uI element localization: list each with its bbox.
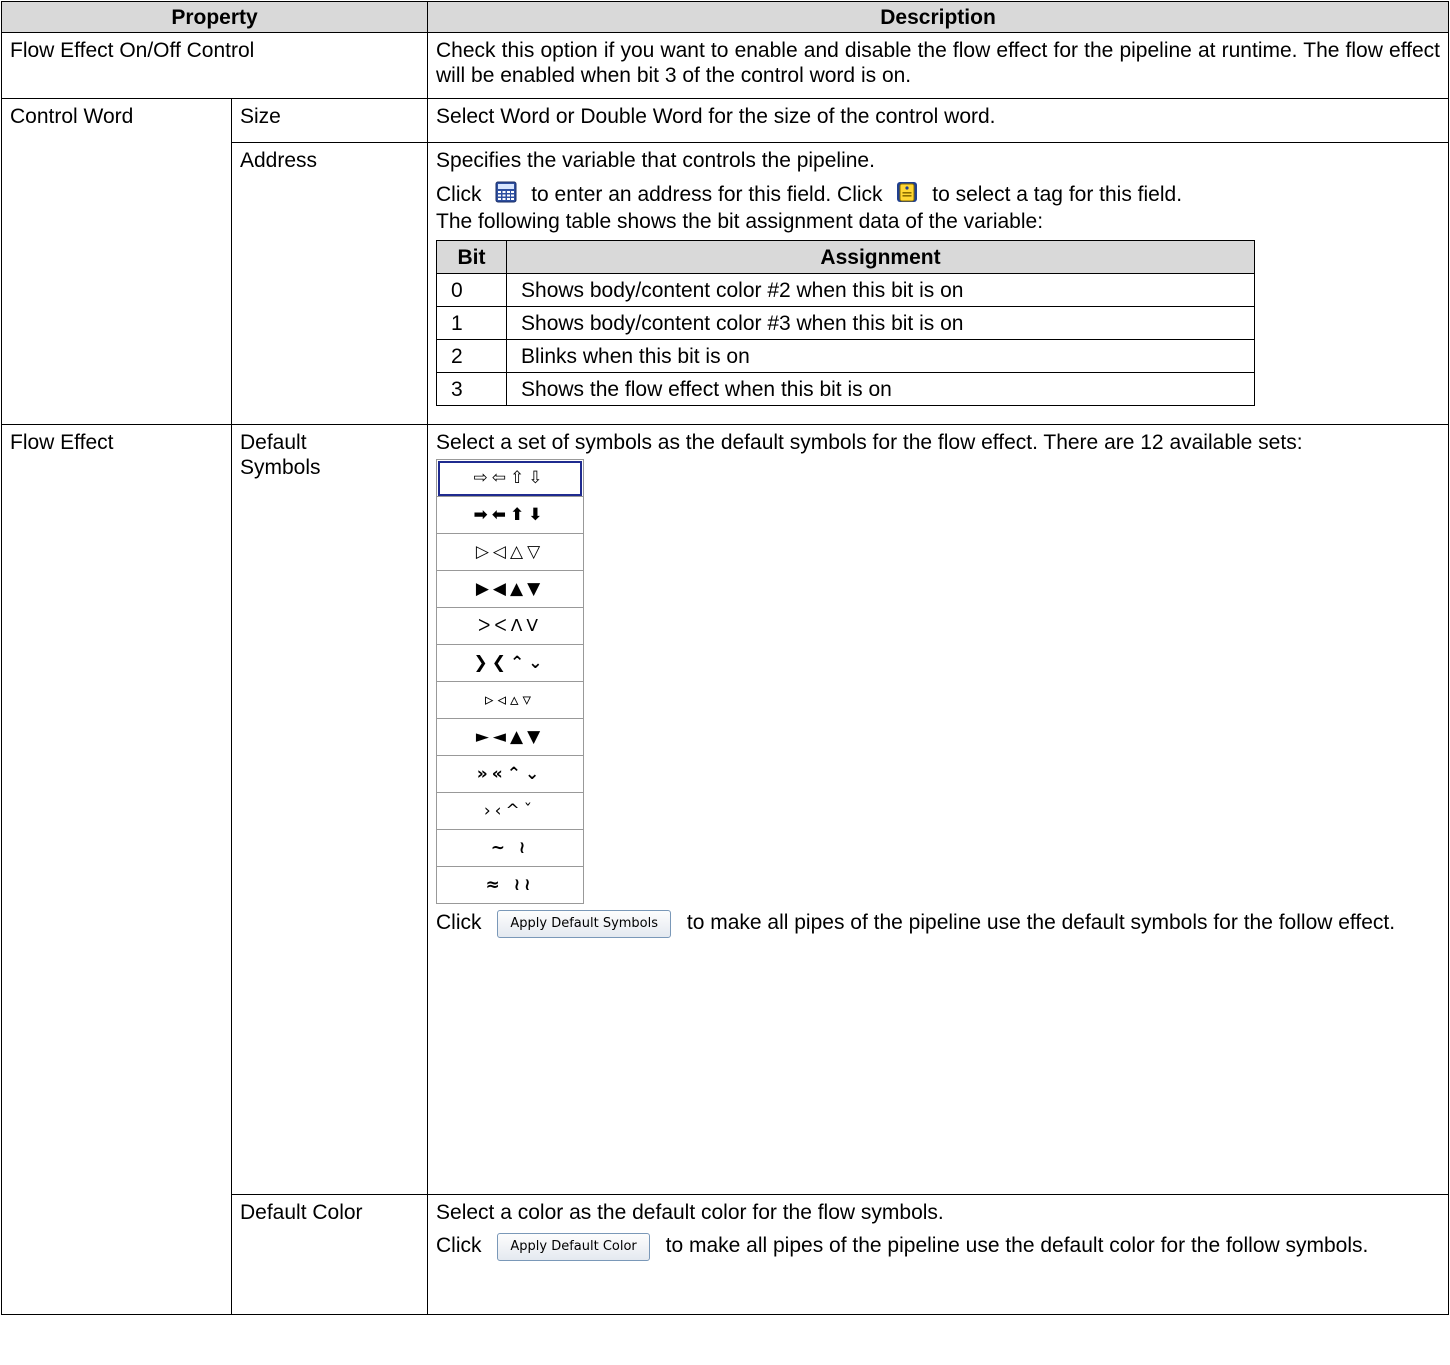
bit-assignment: Shows body/content color #2 when this bi… (506, 273, 1256, 307)
property-table: Property Description Flow Effect On/Off … (0, 1, 1450, 1315)
default-symbols-label: Default Symbols (230, 424, 429, 1195)
address-desc-line1: Specifies the variable that controls the… (436, 149, 875, 172)
default-symbols-description: Select a set of symbols as the default s… (427, 424, 1450, 1195)
size-label: Size (230, 98, 429, 143)
bit-table-row: 1 Shows body/content color #3 when this … (436, 306, 1256, 340)
address-desc-line2: Click to enter an address for this field… (436, 181, 1440, 209)
symbol-set-item[interactable]: ➡⬅⬆⬇ (437, 497, 584, 534)
flow-effect-control-description: Check this option if you want to enable … (427, 32, 1450, 99)
symbol-set-item[interactable]: ►◄▲▼ (437, 719, 584, 756)
bit-assignment: Blinks when this bit is on (506, 339, 1256, 373)
address-label: Address (230, 142, 429, 425)
bit-value: 0 (436, 273, 508, 307)
row-flow-effect-symbols: Flow Effect Default Symbols Select a set… (1, 424, 1450, 1315)
symbol-set-item[interactable]: ᐳᐸᐱᐯ (437, 608, 584, 645)
property-header: Property (0, 1, 429, 33)
symbol-set-item[interactable]: ▷◁△▽ (437, 534, 584, 571)
default-color-text: Select a color as the default color for … (436, 1201, 944, 1224)
symbol-set-item[interactable]: ▶◀▲▼ (437, 571, 584, 608)
apply-color-text: Click Apply Default Color to make all pi… (436, 1233, 1440, 1261)
bit-value: 2 (436, 339, 508, 373)
apply-symbols-text: Click Apply Default Symbols to make all … (436, 910, 1440, 938)
symbol-set-item[interactable]: ▹◃▵▿ (437, 682, 584, 719)
bit-table-header: Bit Assignment (436, 240, 1256, 274)
flow-effect-group-label: Flow Effect (1, 424, 232, 1315)
row-control-word-size: Control Word Size Select Word or Double … (1, 98, 1450, 425)
calculator-icon[interactable] (495, 181, 517, 209)
bit-value: 3 (436, 372, 508, 406)
default-symbols-text: Select a set of symbols as the default s… (436, 431, 1303, 454)
bit-table-row: 0 Shows body/content color #2 when this … (436, 273, 1256, 307)
bit-value: 1 (436, 306, 508, 340)
symbol-set-item[interactable]: ∼ ≀ (437, 830, 584, 867)
assignment-header: Assignment (506, 240, 1256, 274)
symbol-set-item[interactable]: »«⌃⌄ (437, 756, 584, 793)
control-word-group-label: Control Word (1, 98, 232, 425)
bit-table-row: 2 Blinks when this bit is on (436, 339, 1256, 373)
tag-icon[interactable] (896, 181, 918, 209)
default-color-label: Default Color (230, 1194, 429, 1315)
address-description: Specifies the variable that controls the… (427, 142, 1450, 425)
symbol-set-item[interactable]: ›‹^ˇ (437, 793, 584, 830)
bit-assignment: Shows body/content color #3 when this bi… (506, 306, 1256, 340)
apply-default-color-button[interactable]: Apply Default Color (497, 1233, 650, 1261)
row-flow-effect-control: Flow Effect On/Off Control Check this op… (0, 32, 1450, 99)
symbol-set-item[interactable]: ≈ ≀≀ (437, 867, 583, 903)
bit-header: Bit (436, 240, 508, 274)
symbol-set-item[interactable]: ⇨⇦⇧⇩ (437, 460, 584, 497)
header-row: Property Description (0, 1, 1450, 33)
size-description: Select Word or Double Word for the size … (427, 98, 1450, 143)
bit-assignment: Shows the flow effect when this bit is o… (506, 372, 1256, 406)
bit-assignment-table: Bit Assignment 0 Shows body/content colo… (436, 240, 1256, 406)
bit-table-row: 3 Shows the flow effect when this bit is… (436, 372, 1256, 406)
symbol-set-item[interactable]: ❯❮⌃⌄ (437, 645, 584, 682)
address-desc-line3: The following table shows the bit assign… (436, 210, 1044, 233)
flow-effect-control-label: Flow Effect On/Off Control (0, 32, 429, 99)
default-color-description: Select a color as the default color for … (427, 1194, 1450, 1315)
apply-default-symbols-button[interactable]: Apply Default Symbols (497, 910, 672, 938)
description-header: Description (427, 1, 1450, 33)
symbol-set-list[interactable]: ⇨⇦⇧⇩ ➡⬅⬆⬇ ▷◁△▽ ▶◀▲▼ ᐳᐸᐱᐯ ❯❮⌃⌄ ▹◃▵▿ ►◄▲▼ … (436, 459, 585, 904)
